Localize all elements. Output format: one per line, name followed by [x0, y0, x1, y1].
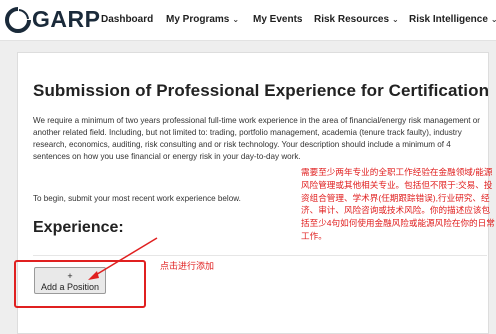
annotation-translation-note: 需要至少两年专业的全职工作经验在金融领域/能源风险管理或其他相关专业。包括但不限…	[301, 167, 495, 241]
annotation-click-note: 点击进行添加	[160, 261, 215, 271]
annotation-arrow-icon	[88, 237, 158, 280]
